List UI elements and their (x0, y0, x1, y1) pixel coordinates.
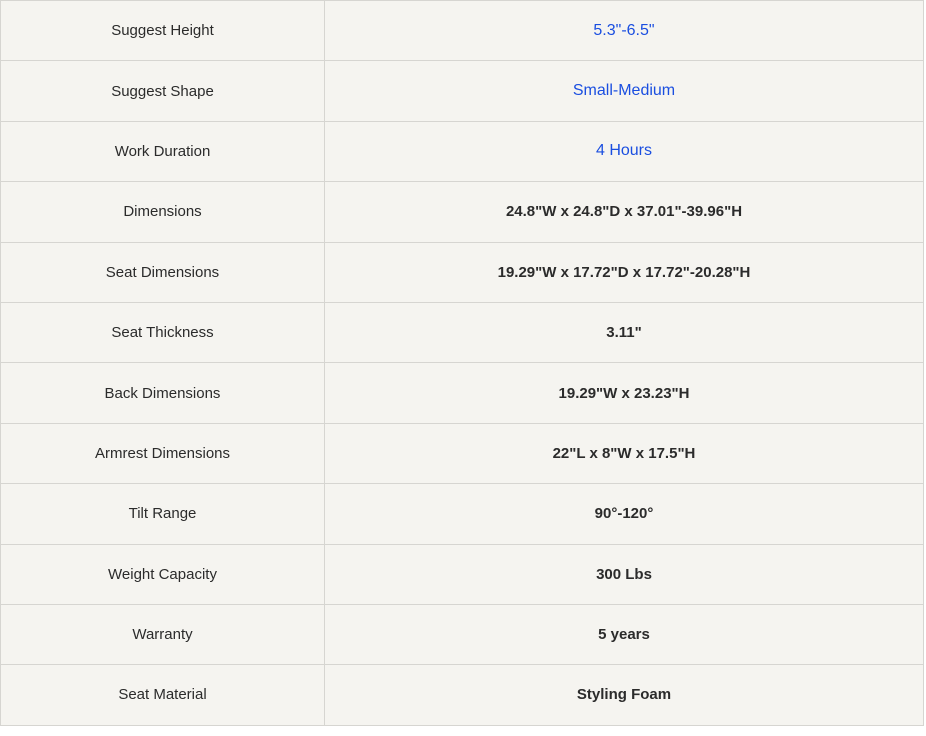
specifications-table: Suggest Height 5.3"-6.5" Suggest Shape S… (0, 0, 924, 726)
spec-value: 19.29"W x 23.23"H (324, 362, 924, 424)
spec-label: Seat Thickness (0, 301, 325, 364)
table-row: Seat Material Styling Foam (0, 664, 924, 726)
spec-value: 300 Lbs (324, 543, 924, 605)
spec-value: 19.29"W x 17.72"D x 17.72"-20.28"H (324, 241, 924, 303)
spec-value: 5.3"-6.5" (324, 0, 924, 62)
spec-value: Styling Foam (324, 664, 924, 726)
table-row: Back Dimensions 19.29"W x 23.23"H (0, 362, 924, 424)
spec-label: Warranty (0, 603, 325, 666)
spec-label: Suggest Shape (0, 60, 325, 122)
table-row: Suggest Shape Small-Medium (0, 60, 924, 122)
spec-label: Seat Material (0, 664, 325, 726)
spec-label: Dimensions (0, 181, 325, 243)
spec-value: 90°-120° (324, 483, 924, 545)
spec-label: Work Duration (0, 120, 325, 183)
spec-value: 24.8"W x 24.8"D x 37.01"-39.96"H (324, 181, 924, 243)
spec-label: Back Dimensions (0, 362, 325, 424)
table-row: Tilt Range 90°-120° (0, 483, 924, 545)
table-row: Warranty 5 years (0, 603, 924, 666)
spec-label: Seat Dimensions (0, 241, 325, 303)
table-row: Seat Thickness 3.11" (0, 301, 924, 364)
spec-label: Weight Capacity (0, 543, 325, 605)
table-row: Dimensions 24.8"W x 24.8"D x 37.01"-39.9… (0, 181, 924, 243)
table-row: Weight Capacity 300 Lbs (0, 543, 924, 605)
spec-value: 3.11" (324, 301, 924, 364)
table-row: Seat Dimensions 19.29"W x 17.72"D x 17.7… (0, 241, 924, 303)
spec-label: Tilt Range (0, 483, 325, 545)
table-row: Armrest Dimensions 22"L x 8"W x 17.5"H (0, 422, 924, 485)
table-row: Work Duration 4 Hours (0, 120, 924, 183)
spec-value: 22"L x 8"W x 17.5"H (324, 422, 924, 485)
table-row: Suggest Height 5.3"-6.5" (0, 0, 924, 62)
spec-value: 4 Hours (324, 120, 924, 183)
spec-label: Armrest Dimensions (0, 422, 325, 485)
spec-label: Suggest Height (0, 0, 325, 62)
spec-value: Small-Medium (324, 60, 924, 122)
spec-value: 5 years (324, 603, 924, 666)
